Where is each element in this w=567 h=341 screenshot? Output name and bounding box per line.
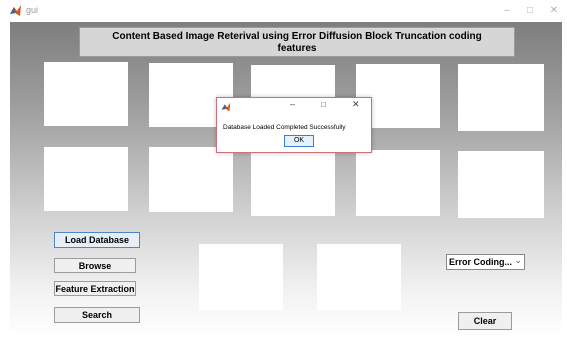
result-image-10 xyxy=(458,151,544,218)
browse-button[interactable]: Browse xyxy=(54,258,136,273)
result-image-5 xyxy=(458,64,544,131)
result-image-1 xyxy=(44,62,128,126)
app-window: gui – □ ✕ Content Based Image Reterival … xyxy=(0,0,567,341)
dialog-message: Database Loaded Completed Successfully xyxy=(223,124,346,131)
processed-image xyxy=(317,244,401,310)
clear-button[interactable]: Clear xyxy=(458,312,512,330)
message-dialog: – □ ✕ Database Loaded Completed Successf… xyxy=(216,97,372,153)
dialog-close-button[interactable]: ✕ xyxy=(352,99,360,110)
matlab-icon xyxy=(10,5,21,16)
title-line-2: features xyxy=(277,43,317,54)
dialog-minimize-button[interactable]: – xyxy=(290,99,295,109)
result-image-9 xyxy=(356,150,440,216)
chevron-down-icon: ⌄ xyxy=(514,255,522,265)
method-dropdown[interactable]: Error Coding... ⌄ xyxy=(446,254,525,270)
matlab-icon xyxy=(221,102,231,112)
dialog-maximize-button[interactable]: □ xyxy=(321,100,326,109)
maximize-button[interactable]: □ xyxy=(521,3,539,18)
ok-button[interactable]: OK xyxy=(284,135,314,147)
result-image-7 xyxy=(149,147,233,212)
load-database-button[interactable]: Load Database xyxy=(54,232,140,248)
page-title: Content Based Image Reterival using Erro… xyxy=(79,27,515,57)
close-button[interactable]: ✕ xyxy=(545,3,563,18)
window-title: gui xyxy=(26,5,39,15)
query-image xyxy=(199,244,283,310)
result-image-8 xyxy=(251,150,335,216)
feature-extraction-button[interactable]: Feature Extraction xyxy=(54,281,136,296)
title-line-1: Content Based Image Reterival using Erro… xyxy=(112,31,482,42)
result-image-6 xyxy=(44,147,128,211)
minimize-button[interactable]: – xyxy=(498,3,516,18)
title-bar: gui – □ ✕ xyxy=(0,0,567,22)
method-dropdown-value: Error Coding... xyxy=(449,257,512,267)
search-button[interactable]: Search xyxy=(54,307,140,323)
figure-panel: Content Based Image Reterival using Erro… xyxy=(10,22,562,336)
